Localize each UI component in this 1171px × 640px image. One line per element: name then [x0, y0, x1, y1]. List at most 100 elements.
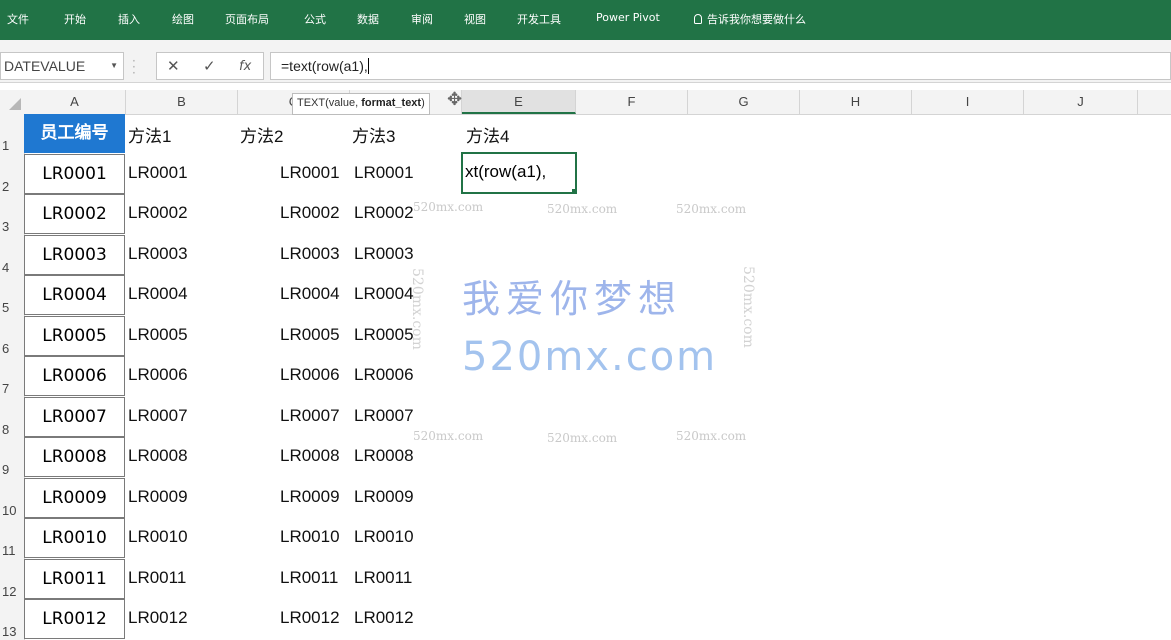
cancel-icon[interactable]: ✕: [167, 57, 180, 75]
cell-b[interactable]: LR0001: [128, 163, 188, 183]
column-header-f[interactable]: F: [576, 90, 688, 114]
cell-b[interactable]: LR0005: [128, 325, 188, 345]
tab-page-layout[interactable]: 页面布局: [225, 11, 269, 27]
tab-power-pivot[interactable]: Power Pivot: [596, 11, 660, 24]
select-all-corner[interactable]: [0, 90, 24, 114]
cell-c[interactable]: LR0010: [280, 527, 340, 547]
cell-a[interactable]: LR0005: [24, 316, 125, 356]
column-header-a[interactable]: A: [24, 90, 126, 114]
tab-insert[interactable]: 插入: [118, 11, 140, 27]
cell-b1-header[interactable]: 方法1: [128, 122, 171, 147]
tab-view[interactable]: 视图: [464, 11, 486, 27]
row-header[interactable]: 2: [0, 179, 24, 194]
cell-d1-header[interactable]: 方法3: [352, 122, 395, 147]
cell-d[interactable]: LR0008: [354, 446, 414, 466]
tab-developer[interactable]: 开发工具: [517, 11, 561, 27]
cell-a[interactable]: LR0009: [24, 478, 125, 518]
tab-file[interactable]: 文件: [7, 11, 29, 27]
cell-b[interactable]: LR0003: [128, 244, 188, 264]
cell-d[interactable]: LR0003: [354, 244, 414, 264]
cell-e1-header[interactable]: 方法4: [466, 122, 509, 147]
cell-d[interactable]: LR0007: [354, 406, 414, 426]
cell-d[interactable]: LR0001: [354, 163, 414, 183]
tab-draw[interactable]: 绘图: [172, 11, 194, 27]
column-header-g[interactable]: G: [688, 90, 800, 114]
formula-input[interactable]: =text(row(a1),: [270, 52, 1171, 80]
row-header[interactable]: 10: [0, 503, 24, 518]
ribbon-collapsed-area: [0, 40, 1171, 52]
row-header[interactable]: 13: [0, 624, 24, 639]
cell-b[interactable]: LR0002: [128, 203, 188, 223]
cell-c[interactable]: LR0007: [280, 406, 340, 426]
cell-c[interactable]: LR0009: [280, 487, 340, 507]
cell-a[interactable]: LR0011: [24, 559, 125, 599]
row-header[interactable]: 8: [0, 422, 24, 437]
row-header[interactable]: 11: [0, 543, 24, 558]
cell-d[interactable]: LR0002: [354, 203, 414, 223]
cell-b[interactable]: LR0012: [128, 608, 188, 628]
cell-c[interactable]: LR0011: [280, 568, 338, 588]
cell-c[interactable]: LR0004: [280, 284, 340, 304]
cell-a[interactable]: LR0007: [24, 397, 125, 437]
cell-d[interactable]: LR0011: [354, 568, 412, 588]
row-header[interactable]: 7: [0, 381, 24, 396]
row-header[interactable]: 5: [0, 300, 24, 315]
enter-icon[interactable]: ✓: [203, 57, 216, 75]
cell-a[interactable]: LR0002: [24, 194, 125, 234]
cell-d[interactable]: LR0009: [354, 487, 414, 507]
cell-c[interactable]: LR0003: [280, 244, 340, 264]
cell-d[interactable]: LR0005: [354, 325, 414, 345]
cell-a[interactable]: LR0006: [24, 356, 125, 396]
row-header[interactable]: 6: [0, 341, 24, 356]
cell-d[interactable]: LR0006: [354, 365, 414, 385]
cell-b[interactable]: LR0010: [128, 527, 188, 547]
cell-c1-header[interactable]: 方法2: [240, 122, 283, 147]
cell-a[interactable]: LR0004: [24, 275, 125, 315]
chevron-down-icon[interactable]: ▼: [110, 53, 118, 79]
cell-a[interactable]: LR0001: [24, 154, 125, 194]
column-header-j[interactable]: J: [1024, 90, 1138, 114]
row-header[interactable]: 9: [0, 462, 24, 477]
cell-c[interactable]: LR0008: [280, 446, 340, 466]
insert-function-icon[interactable]: fx: [239, 59, 251, 74]
cell-c[interactable]: LR0006: [280, 365, 340, 385]
cell-a[interactable]: LR0003: [24, 235, 125, 275]
cell-a[interactable]: LR0008: [24, 437, 125, 477]
tab-data[interactable]: 数据: [357, 11, 379, 27]
cell-c[interactable]: LR0001: [280, 163, 340, 183]
row-header[interactable]: 4: [0, 260, 24, 275]
cell-d[interactable]: LR0004: [354, 284, 414, 304]
cell-c[interactable]: LR0005: [280, 325, 340, 345]
cell-b[interactable]: LR0004: [128, 284, 188, 304]
column-header-e[interactable]: E: [462, 90, 576, 114]
tab-home[interactable]: 开始: [64, 11, 86, 27]
tab-review[interactable]: 审阅: [411, 11, 433, 27]
cell-d[interactable]: LR0010: [354, 527, 414, 547]
cell-b[interactable]: LR0011: [128, 568, 186, 588]
cell-a[interactable]: LR0012: [24, 599, 125, 639]
active-cell-e2[interactable]: xt(row(a1),: [461, 152, 577, 194]
row-header-column: 1 2 3 4 5 6 7 8 9 10 11 12 13: [0, 114, 25, 640]
cell-b[interactable]: LR0007: [128, 406, 188, 426]
tell-me-box[interactable]: 告诉我你想要做什么: [694, 11, 806, 27]
column-header-h[interactable]: H: [800, 90, 912, 114]
cell-b[interactable]: LR0006: [128, 365, 188, 385]
name-box[interactable]: DATEVALUE ▼: [0, 52, 124, 80]
watermark-small: 520mx.com: [547, 202, 618, 216]
cell-b[interactable]: LR0009: [128, 487, 188, 507]
splitter-dots-icon[interactable]: · · ·: [132, 55, 136, 79]
cell-d[interactable]: LR0012: [354, 608, 414, 628]
row-header[interactable]: 1: [0, 138, 24, 153]
tab-formulas[interactable]: 公式: [304, 11, 326, 27]
fill-handle[interactable]: [572, 189, 575, 192]
column-header-b[interactable]: B: [126, 90, 238, 114]
cell-c[interactable]: LR0002: [280, 203, 340, 223]
function-tooltip[interactable]: TEXT(value, format_text): [292, 93, 430, 115]
row-header[interactable]: 12: [0, 584, 24, 599]
cell-c[interactable]: LR0012: [280, 608, 340, 628]
cell-a[interactable]: LR0010: [24, 518, 125, 558]
cell-b[interactable]: LR0008: [128, 446, 188, 466]
column-header-i[interactable]: I: [912, 90, 1024, 114]
row-header[interactable]: 3: [0, 219, 24, 234]
cell-a1-header[interactable]: 员工编号: [24, 114, 125, 153]
